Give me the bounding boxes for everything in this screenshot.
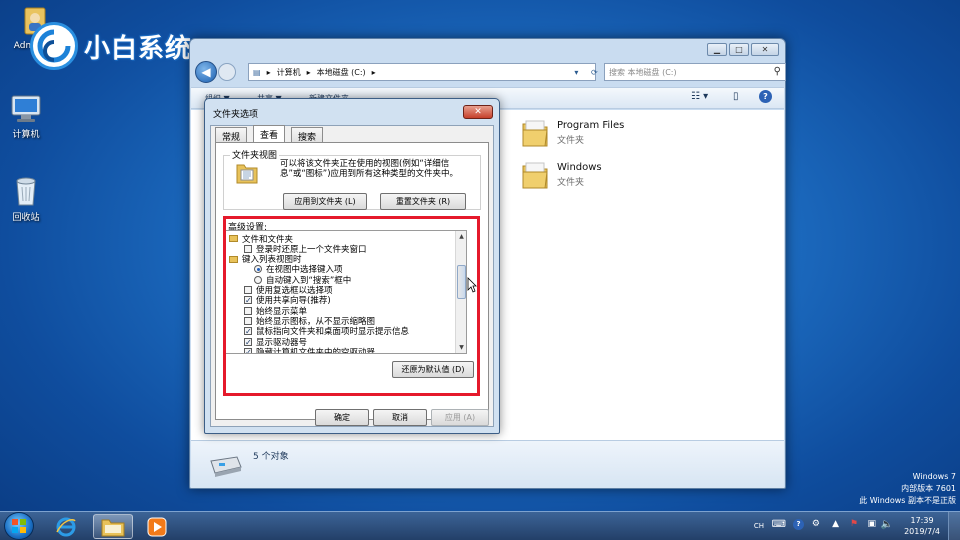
search-icon: ⚲ — [773, 66, 781, 77]
mouse-cursor-icon — [467, 277, 477, 293]
show-desktop-button[interactable] — [948, 512, 960, 540]
logo-text: 小白系统 — [84, 33, 193, 64]
taskbar-media-player[interactable] — [137, 514, 177, 539]
apply-button[interactable]: 应用 (A) — [431, 409, 489, 426]
window-controls: ▁ □ ✕ — [707, 43, 779, 56]
clock-time: 17:39 — [910, 516, 934, 525]
dropdown-icon[interactable]: ▾ — [574, 68, 578, 77]
refresh-icon[interactable]: ⟳ — [591, 68, 598, 77]
address-bar[interactable]: ▤ ▸ 计算机 ▸ 本地磁盘 (C:) ▸ — [248, 63, 596, 81]
view-options-icon[interactable]: ☷ ▾ — [691, 91, 708, 102]
folder-item[interactable]: Windows 文件夹 — [521, 160, 602, 190]
help-icon[interactable]: ? — [793, 519, 804, 530]
maximize-icon: □ — [735, 45, 743, 54]
action-center-flag-icon[interactable]: ⚑ — [850, 519, 858, 529]
help-icon[interactable]: ? — [759, 90, 772, 103]
os-genuine-notice: 此 Windows 副本不是正版 — [859, 496, 956, 505]
object-count: 5 个对象 — [253, 452, 289, 462]
desktop-icon-recycle-bin[interactable]: 回收站 — [0, 175, 56, 223]
language-indicator[interactable]: CH — [754, 522, 764, 530]
folder-name: Windows — [557, 162, 602, 173]
arrow-left-icon: ◀ — [201, 65, 211, 79]
drive-large-icon — [210, 456, 242, 477]
ok-button[interactable]: 确定 — [315, 409, 369, 426]
chevron-right-icon: ▸ — [266, 67, 271, 77]
desktop-icon-computer[interactable]: 计算机 — [0, 94, 56, 140]
close-icon: ✕ — [474, 107, 482, 117]
back-button[interactable]: ◀ — [195, 61, 217, 83]
close-icon: ✕ — [761, 45, 769, 54]
os-build: 内部版本 7601 — [901, 484, 956, 493]
keyboard-icon[interactable]: ⌨ — [772, 519, 786, 530]
settings-icon[interactable]: ⚙ — [812, 519, 820, 529]
maximize-button[interactable]: □ — [729, 43, 749, 56]
desktop-icon-label: 回收站 — [12, 213, 40, 223]
tab-view[interactable]: 查看 — [253, 125, 286, 142]
taskbar: CH ⌨ ? ⚙ ▲ ⚑ ▣ 🔈 17:39 2019/7/4 — [0, 511, 960, 540]
folder-item[interactable]: Program Files 文件夹 — [521, 118, 624, 148]
minimize-button[interactable]: ▁ — [707, 43, 727, 56]
search-placeholder: 搜索 本地磁盘 (C:) — [609, 67, 677, 77]
breadcrumb-computer[interactable]: 计算机 — [277, 67, 301, 78]
brand-logo: 小白系统 — [30, 20, 192, 72]
forward-button[interactable] — [218, 63, 236, 81]
start-button[interactable] — [4, 512, 34, 540]
network-icon[interactable]: ▣ — [867, 519, 876, 529]
highlight-box — [223, 216, 480, 396]
folder-views-title: 文件夹视图 — [230, 148, 280, 161]
os-name: Windows 7 — [912, 472, 956, 481]
address-row: ◀ ▤ ▸ 计算机 ▸ 本地磁盘 (C:) ▸ ▾ ⟳ 搜索 本地磁盘 (C:)… — [194, 61, 786, 85]
search-input[interactable]: 搜索 本地磁盘 (C:) ⚲ — [604, 63, 786, 81]
breadcrumb-drive[interactable]: 本地磁盘 (C:) — [317, 67, 366, 78]
os-watermark: Windows 7 内部版本 7601 此 Windows 副本不是正版 — [859, 471, 956, 507]
dialog-title: 文件夹选项 — [213, 110, 259, 120]
volume-icon[interactable]: 🔈 — [881, 519, 893, 530]
media-player-icon — [147, 517, 167, 536]
folder-type: 文件夹 — [557, 178, 585, 188]
preview-pane-icon[interactable]: ▯ — [733, 91, 739, 102]
clock-date: 2019/7/4 — [904, 527, 940, 536]
folder-type: 文件夹 — [557, 136, 585, 146]
folder-views-description: 可以将该文件夹正在使用的视图(例如“详细信息”或“图标”)应用到所有这种类型的文… — [280, 159, 459, 179]
folder-name: Program Files — [557, 120, 625, 131]
computer-icon — [9, 94, 43, 124]
logo-swirl-icon — [30, 22, 78, 70]
clock[interactable]: 17:39 2019/7/4 — [904, 515, 940, 537]
tab-search[interactable]: 搜索 — [291, 127, 324, 143]
minimize-icon: ▁ — [713, 45, 721, 54]
folder-icon — [522, 120, 548, 147]
drive-icon: ▤ — [253, 67, 261, 77]
windows-logo-icon — [12, 519, 26, 533]
explorer-folder-icon — [101, 519, 125, 536]
status-bar: 5 个对象 — [191, 440, 784, 488]
taskbar-explorer[interactable] — [93, 514, 133, 539]
folder-icon — [522, 162, 548, 189]
tab-general[interactable]: 常规 — [215, 127, 248, 143]
reset-folders-button[interactable]: 重置文件夹 (R) — [380, 193, 466, 210]
chevron-right-icon: ▸ — [371, 67, 376, 77]
address-actions: ▾ ⟳ — [568, 63, 604, 81]
chevron-right-icon: ▸ — [306, 67, 311, 77]
desktop-icon-label: 计算机 — [12, 130, 40, 140]
cancel-button[interactable]: 取消 — [373, 409, 427, 426]
apply-to-folders-button[interactable]: 应用到文件夹 (L) — [283, 193, 367, 210]
tray-expand-icon[interactable]: ▲ — [832, 519, 839, 529]
dialog-close-button[interactable]: ✕ — [463, 105, 493, 119]
internet-explorer-icon — [56, 517, 76, 536]
taskbar-ie[interactable] — [46, 514, 86, 539]
recycle-bin-icon — [11, 175, 41, 207]
folder-view-icon — [236, 164, 258, 184]
close-button[interactable]: ✕ — [751, 43, 779, 56]
